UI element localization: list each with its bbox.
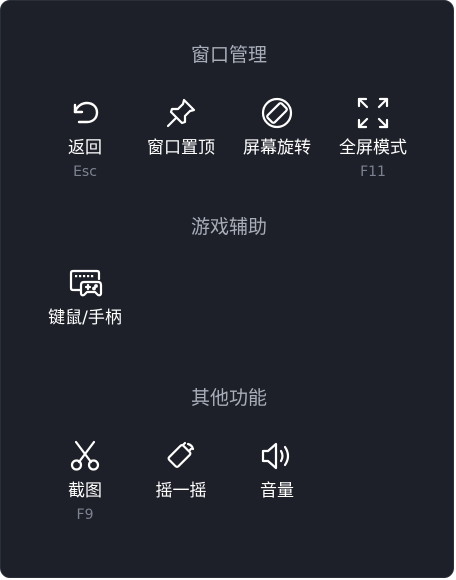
volume-button[interactable]: 音量 [229,438,325,502]
fullscreen-icon [355,95,391,131]
section-title-other-functions: 其他功能 [190,387,267,409]
volume-label: 音量 [260,481,294,501]
shake-button[interactable]: 摇一摇 [133,438,229,502]
keyboard-gamepad-icon [67,265,103,301]
fullscreen-shortcut: F11 [360,164,386,180]
screenshot-button[interactable]: 截图 F9 [37,438,133,524]
fullscreen-label: 全屏模式 [339,138,407,158]
keyboard-gamepad-label: 键鼠/手柄 [48,308,122,328]
quick-menu-panel: 窗口管理 返回 Esc 窗口置顶 屏幕旋转 全屏模式 F11 游戏辅助 键鼠/手… [0,0,454,578]
rotate-screen-label: 屏幕旋转 [243,138,311,158]
volume-icon [259,438,295,474]
shake-label: 摇一摇 [155,481,207,501]
screenshot-label: 截图 [68,481,102,501]
pin-window-button[interactable]: 窗口置顶 [133,95,229,159]
rotate-screen-button[interactable]: 屏幕旋转 [229,95,325,159]
shake-icon [163,438,199,474]
back-button[interactable]: 返回 Esc [37,95,133,181]
section-title-window-management: 窗口管理 [190,44,267,66]
back-shortcut: Esc [73,164,97,180]
screenshot-shortcut: F9 [76,507,94,523]
rotate-icon [259,95,295,131]
section-title-game-assist: 游戏辅助 [190,216,267,238]
scissors-icon [67,438,103,474]
pin-icon [163,95,199,131]
back-icon [67,95,103,131]
keyboard-gamepad-button[interactable]: 键鼠/手柄 [37,265,133,329]
pin-window-label: 窗口置顶 [147,138,215,158]
back-label: 返回 [68,138,102,158]
fullscreen-button[interactable]: 全屏模式 F11 [325,95,421,181]
